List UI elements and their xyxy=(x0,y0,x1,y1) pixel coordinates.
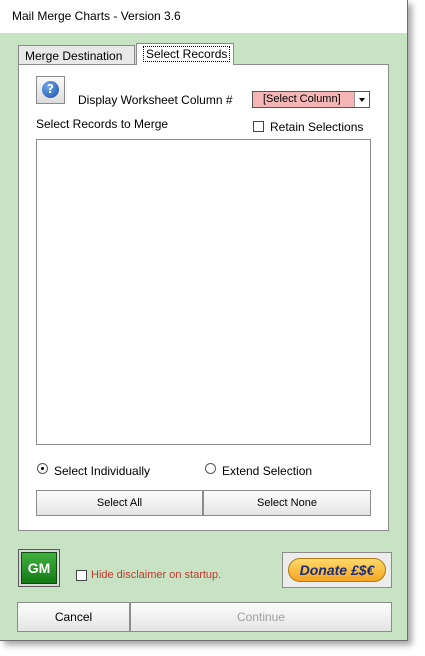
gm-logo-icon: GM xyxy=(21,552,57,584)
extend-selection-radio[interactable] xyxy=(205,463,216,474)
cancel-button[interactable]: Cancel xyxy=(17,602,130,632)
window-title: Mail Merge Charts - Version 3.6 xyxy=(12,9,181,23)
donate-button[interactable]: Donate £$€ xyxy=(282,552,392,588)
dialog-window: Mail Merge Charts - Version 3.6 Merge De… xyxy=(0,0,408,641)
extend-selection-label: Extend Selection xyxy=(222,464,313,478)
records-listbox[interactable] xyxy=(36,139,371,445)
retain-selections-label: Retain Selections xyxy=(270,120,364,134)
donate-label: Donate £$€ xyxy=(288,558,386,582)
select-individually-radio[interactable] xyxy=(37,463,48,474)
column-select[interactable]: [Select Column] xyxy=(252,91,370,108)
select-none-button[interactable]: Select None xyxy=(203,490,371,516)
chevron-down-icon[interactable] xyxy=(354,92,369,107)
column-select-value: [Select Column] xyxy=(263,93,341,105)
select-individually-label: Select Individually xyxy=(54,464,151,478)
tab-select-records[interactable]: Select Records xyxy=(136,43,234,65)
select-records-label: Select Records to Merge xyxy=(36,117,169,131)
continue-button[interactable]: Continue xyxy=(130,602,392,632)
help-button[interactable]: ? xyxy=(36,76,65,104)
gm-button[interactable]: GM xyxy=(18,549,60,587)
hide-disclaimer-label: Hide disclaimer on startup. xyxy=(91,569,222,581)
hide-disclaimer-checkbox[interactable] xyxy=(76,570,87,581)
help-question-icon: ? xyxy=(42,81,59,98)
select-records-panel: ? Display Worksheet Column # [Select Col… xyxy=(18,64,389,531)
title-bar: Mail Merge Charts - Version 3.6 xyxy=(0,0,407,33)
select-all-button[interactable]: Select All xyxy=(36,490,203,516)
tab-select-records-label: Select Records xyxy=(143,46,231,62)
tab-merge-destination[interactable]: Merge Destination xyxy=(18,45,135,65)
retain-selections-checkbox[interactable] xyxy=(253,121,264,132)
display-column-label: Display Worksheet Column # xyxy=(78,93,233,107)
